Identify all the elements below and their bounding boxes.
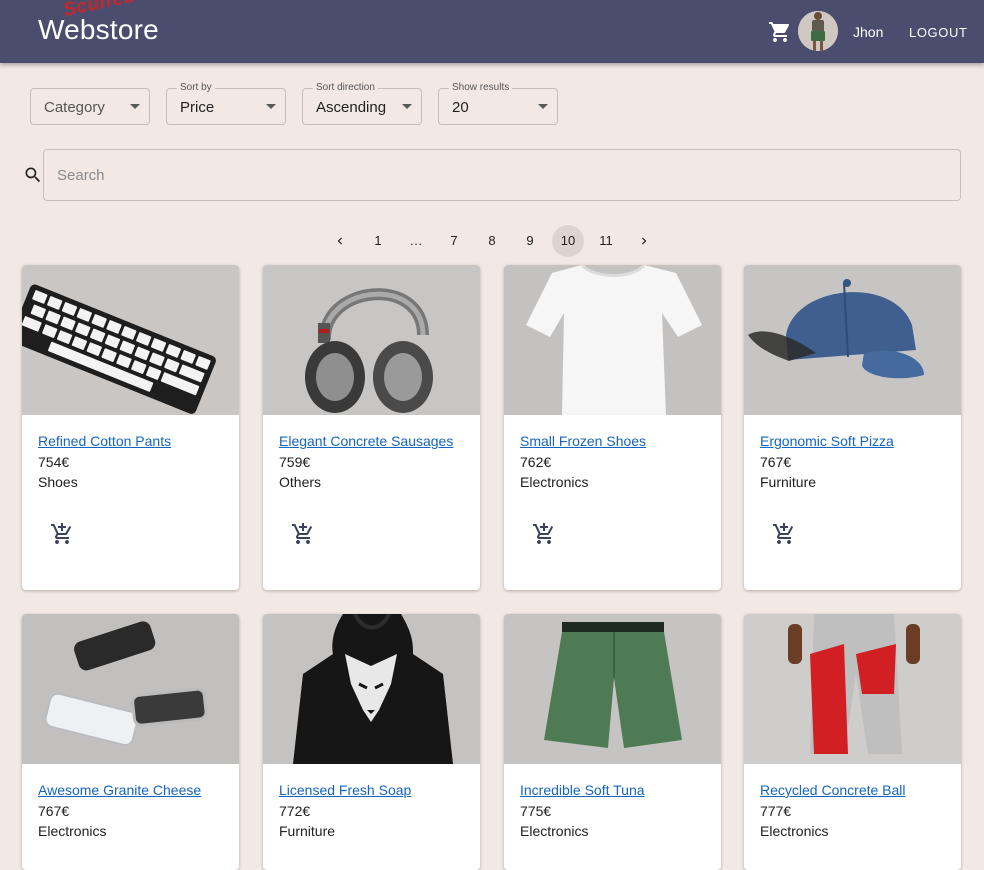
add-to-cart-icon[interactable] bbox=[772, 522, 796, 546]
prev-page-button[interactable] bbox=[324, 225, 356, 257]
search-input[interactable] bbox=[44, 150, 960, 200]
page-button-10-current[interactable]: 10 bbox=[552, 225, 584, 257]
product-card: Incredible Soft Tuna 775€ Electronics bbox=[504, 614, 721, 870]
cart-icon[interactable] bbox=[768, 20, 792, 44]
chevron-down-icon bbox=[538, 104, 548, 109]
product-category: Electronics bbox=[520, 474, 589, 490]
logout-button[interactable]: LOGOUT bbox=[909, 25, 968, 40]
product-title-link[interactable]: Ergonomic Soft Pizza bbox=[760, 433, 894, 449]
product-title-link[interactable]: Refined Cotton Pants bbox=[38, 433, 171, 449]
product-price: 777€ bbox=[760, 803, 792, 819]
search-field[interactable] bbox=[43, 149, 961, 201]
app-bar: Webstore Scuffed Jhon LOGOUT bbox=[0, 0, 984, 63]
sort-direction-value: Ascending bbox=[316, 99, 387, 116]
product-price: 775€ bbox=[520, 803, 552, 819]
product-category: Electronics bbox=[760, 823, 829, 839]
product-image-keyboard[interactable] bbox=[22, 265, 239, 415]
page-button-9[interactable]: 9 bbox=[514, 225, 546, 257]
product-card: Ergonomic Soft Pizza 767€ Furniture bbox=[744, 265, 961, 590]
product-title-link[interactable]: Elegant Concrete Sausages bbox=[279, 433, 453, 449]
chevron-right-icon bbox=[642, 237, 647, 245]
product-title-link[interactable]: Incredible Soft Tuna bbox=[520, 782, 645, 798]
chevron-down-icon bbox=[266, 104, 276, 109]
product-image-tshirt[interactable] bbox=[504, 265, 721, 415]
product-price: 762€ bbox=[520, 454, 552, 470]
avatar[interactable] bbox=[798, 11, 838, 51]
product-title-link[interactable]: Small Frozen Shoes bbox=[520, 433, 646, 449]
product-price: 767€ bbox=[38, 803, 70, 819]
sort-by-label: Sort by bbox=[177, 82, 215, 93]
page-button-7[interactable]: 7 bbox=[438, 225, 470, 257]
product-card: Recycled Concrete Ball 777€ Electronics bbox=[744, 614, 961, 870]
product-price: 754€ bbox=[38, 454, 70, 470]
category-select[interactable]: Category bbox=[30, 88, 150, 125]
add-to-cart-icon[interactable] bbox=[50, 522, 74, 546]
product-card: Awesome Granite Cheese 767€ Electronics bbox=[22, 614, 239, 870]
category-select-value: Category bbox=[44, 99, 105, 116]
product-category: Others bbox=[279, 474, 322, 490]
product-price: 767€ bbox=[760, 454, 792, 470]
product-title-link[interactable]: Recycled Concrete Ball bbox=[760, 782, 906, 798]
product-card: Refined Cotton Pants 754€ Shoes bbox=[22, 265, 239, 590]
product-card: Elegant Concrete Sausages 759€ Others bbox=[263, 265, 480, 590]
sort-direction-select[interactable]: Sort direction Ascending bbox=[302, 82, 422, 125]
show-results-label: Show results bbox=[449, 82, 513, 93]
product-category: Furniture bbox=[279, 823, 336, 839]
product-image-joggers[interactable] bbox=[744, 614, 961, 764]
product-price: 759€ bbox=[279, 454, 311, 470]
add-to-cart-icon[interactable] bbox=[532, 522, 556, 546]
page-button-8[interactable]: 8 bbox=[476, 225, 508, 257]
chevron-down-icon bbox=[130, 104, 140, 109]
page-ellipsis: … bbox=[409, 233, 423, 248]
add-to-cart-icon[interactable] bbox=[291, 522, 315, 546]
show-results-value: 20 bbox=[452, 99, 469, 116]
chevron-left-icon bbox=[337, 237, 342, 245]
product-category: Electronics bbox=[520, 823, 589, 839]
search-icon bbox=[25, 167, 41, 183]
product-image-shorts[interactable] bbox=[504, 614, 721, 764]
sort-direction-label: Sort direction bbox=[313, 82, 378, 93]
sort-by-select[interactable]: Sort by Price bbox=[166, 82, 286, 125]
product-image-phones[interactable] bbox=[22, 614, 239, 764]
product-image-hoodie[interactable] bbox=[263, 614, 480, 764]
page-button-1[interactable]: 1 bbox=[362, 225, 394, 257]
product-category: Electronics bbox=[38, 823, 107, 839]
sort-by-value: Price bbox=[180, 99, 215, 116]
product-title-link[interactable]: Awesome Granite Cheese bbox=[38, 782, 201, 798]
product-card: Licensed Fresh Soap 772€ Furniture bbox=[263, 614, 480, 870]
product-price: 772€ bbox=[279, 803, 311, 819]
product-category: Furniture bbox=[760, 474, 817, 490]
brand-logo[interactable]: Webstore bbox=[38, 14, 159, 46]
show-results-select[interactable]: Show results 20 bbox=[438, 82, 558, 125]
chevron-down-icon bbox=[402, 104, 412, 109]
product-image-headphones[interactable] bbox=[263, 265, 480, 415]
username[interactable]: Jhon bbox=[853, 24, 883, 40]
product-title-link[interactable]: Licensed Fresh Soap bbox=[279, 782, 411, 798]
product-category: Shoes bbox=[38, 474, 78, 490]
product-image-cap[interactable] bbox=[744, 265, 961, 415]
product-card: Small Frozen Shoes 762€ Electronics bbox=[504, 265, 721, 590]
page-button-11[interactable]: 11 bbox=[590, 225, 622, 257]
next-page-button[interactable] bbox=[628, 225, 660, 257]
